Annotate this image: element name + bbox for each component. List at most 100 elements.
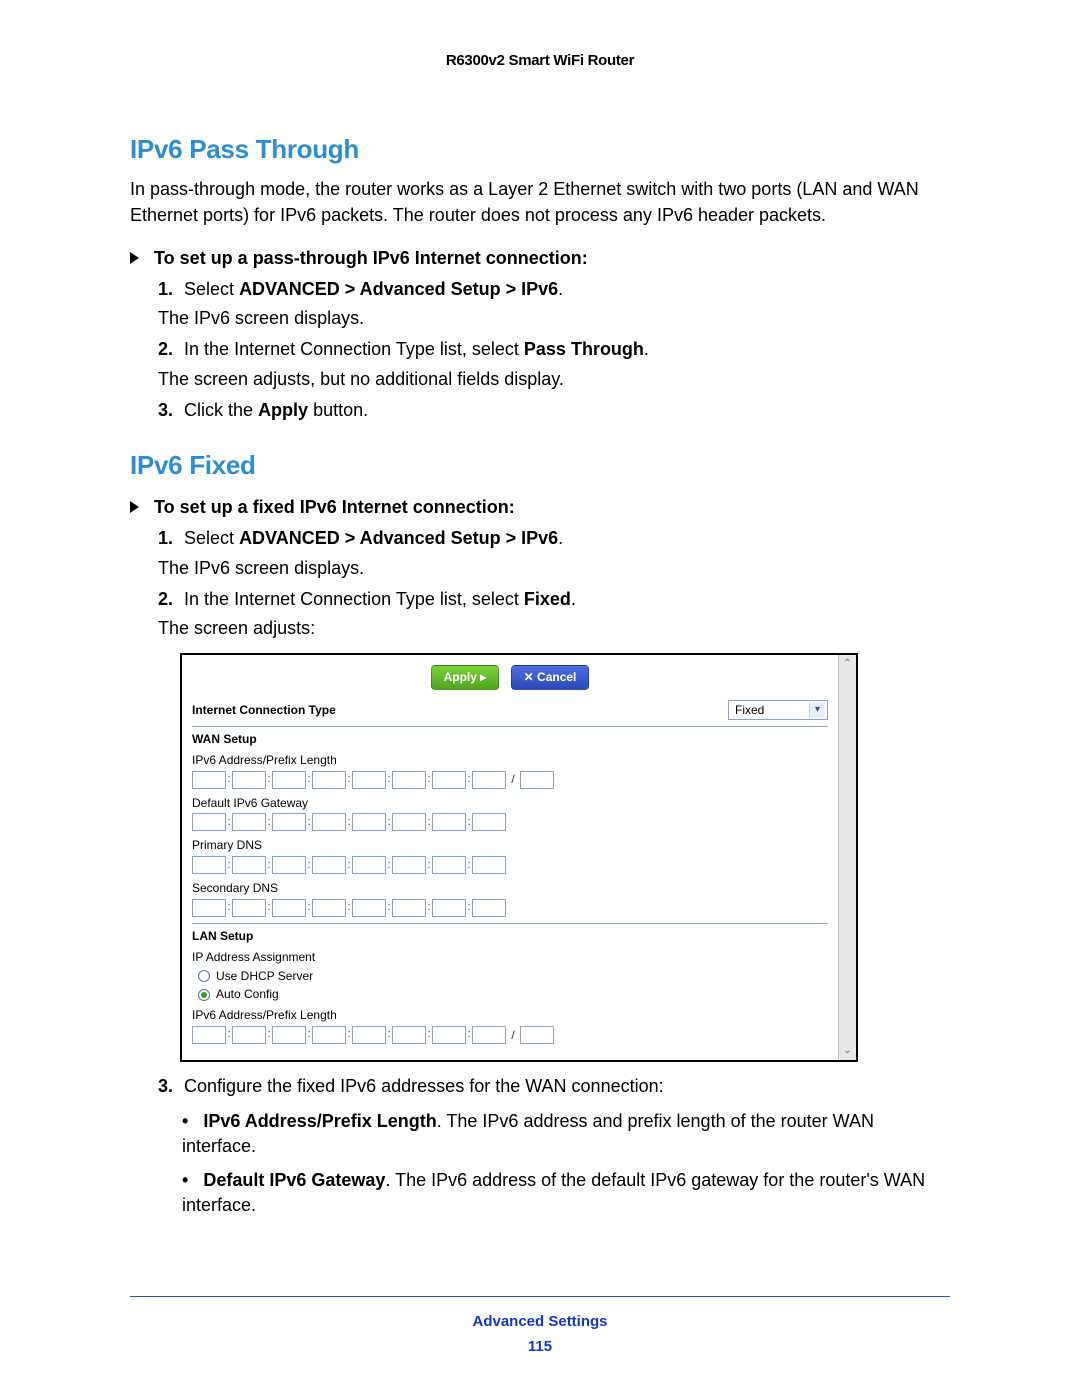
ipv6-segment-input[interactable] xyxy=(432,899,466,917)
ipv6-segment-input[interactable] xyxy=(472,1026,506,1044)
ipv6-segment-input[interactable] xyxy=(232,856,266,874)
ipv6-segment-input[interactable] xyxy=(432,813,466,831)
ipv6-segment-input[interactable] xyxy=(312,1026,346,1044)
ipv6-segment-input[interactable] xyxy=(352,1026,386,1044)
ipv6-segment-input[interactable] xyxy=(272,856,306,874)
text: Select xyxy=(184,279,239,299)
procedure-title: To set up a fixed IPv6 Internet connecti… xyxy=(130,495,950,520)
doc-header: R6300v2 Smart WiFi Router xyxy=(130,50,950,71)
ipv6-segment-input[interactable] xyxy=(352,856,386,874)
ipv6-segment-input[interactable] xyxy=(392,1026,426,1044)
procedure-title-text: To set up a pass-through IPv6 Internet c… xyxy=(154,248,588,268)
menu-path: ADVANCED > Advanced Setup > IPv6 xyxy=(239,279,558,299)
text: In the Internet Connection Type list, se… xyxy=(184,589,524,609)
ipv6-segment-input[interactable] xyxy=(432,856,466,874)
ipv6-segment-input[interactable] xyxy=(432,1026,466,1044)
ipv6-segment-input[interactable] xyxy=(472,813,506,831)
footer-section-name: Advanced Settings xyxy=(0,1311,1080,1332)
bullet-item: Default IPv6 Gateway. The IPv6 address o… xyxy=(182,1168,950,1218)
triangle-bullet-icon xyxy=(130,252,139,264)
heading-ipv6-pass-through: IPv6 Pass Through xyxy=(130,131,950,167)
ip-assignment-label: IP Address Assignment xyxy=(192,949,828,966)
ipv6-segment-input[interactable] xyxy=(312,813,346,831)
ipv6-segment-input[interactable] xyxy=(312,899,346,917)
scroll-up-icon: ⌃ xyxy=(843,655,851,673)
secondary-dns-label: Secondary DNS xyxy=(192,880,828,897)
text: . xyxy=(558,528,563,548)
ipv6-segment-input[interactable] xyxy=(352,813,386,831)
ipv6-segment-input[interactable] xyxy=(352,771,386,789)
step-2: 2. In the Internet Connection Type list,… xyxy=(158,587,950,641)
auto-config-radio-row[interactable]: Auto Config xyxy=(198,986,828,1003)
bullet-item: IPv6 Address/Prefix Length. The IPv6 add… xyxy=(182,1109,950,1159)
config-screenshot: Apply ▸ ✕ Cancel Internet Connection Typ… xyxy=(180,653,858,1062)
procedure-title-text: To set up a fixed IPv6 Internet connecti… xyxy=(154,497,515,517)
procedure-title: To set up a pass-through IPv6 Internet c… xyxy=(130,246,950,271)
wan-address-input-row: : : : : : : : / xyxy=(192,771,828,789)
ipv6-segment-input[interactable] xyxy=(232,813,266,831)
ipv6-segment-input[interactable] xyxy=(432,771,466,789)
step-3: 3. Click the Apply button. xyxy=(158,398,950,423)
cancel-button[interactable]: ✕ Cancel xyxy=(511,665,590,690)
heading-ipv6-fixed: IPv6 Fixed xyxy=(130,447,950,483)
connection-type-label: Internet Connection Type xyxy=(192,702,336,719)
ipv6-segment-input[interactable] xyxy=(232,771,266,789)
secondary-dns-input-row: : : : : : : : xyxy=(192,899,828,917)
text: Click the xyxy=(184,400,258,420)
paragraph: In pass-through mode, the router works a… xyxy=(130,177,950,227)
ipv6-segment-input[interactable] xyxy=(192,899,226,917)
step-result: The screen adjusts: xyxy=(158,616,950,641)
default-gateway-label: Default IPv6 Gateway xyxy=(192,795,828,812)
button-name: Apply xyxy=(258,400,308,420)
default-gateway-input-row: : : : : : : : xyxy=(192,813,828,831)
wan-address-label: IPv6 Address/Prefix Length xyxy=(192,752,828,769)
ipv6-segment-input[interactable] xyxy=(192,1026,226,1044)
prefix-length-input[interactable] xyxy=(520,771,554,789)
ipv6-segment-input[interactable] xyxy=(192,771,226,789)
step-result: The IPv6 screen displays. xyxy=(158,556,950,581)
primary-dns-input-row: : : : : : : : xyxy=(192,856,828,874)
ipv6-segment-input[interactable] xyxy=(392,856,426,874)
menu-path: ADVANCED > Advanced Setup > IPv6 xyxy=(239,528,558,548)
page-number: 115 xyxy=(0,1336,1080,1357)
ipv6-segment-input[interactable] xyxy=(192,813,226,831)
ipv6-segment-input[interactable] xyxy=(312,771,346,789)
ipv6-segment-input[interactable] xyxy=(232,899,266,917)
ipv6-segment-input[interactable] xyxy=(272,1026,306,1044)
option-name: Fixed xyxy=(524,589,571,609)
ipv6-segment-input[interactable] xyxy=(352,899,386,917)
ipv6-segment-input[interactable] xyxy=(472,771,506,789)
ipv6-segment-input[interactable] xyxy=(272,899,306,917)
lan-address-label: IPv6 Address/Prefix Length xyxy=(192,1007,828,1024)
ipv6-segment-input[interactable] xyxy=(312,856,346,874)
text: In the Internet Connection Type list, se… xyxy=(184,339,524,359)
ipv6-segment-input[interactable] xyxy=(392,813,426,831)
ipv6-segment-input[interactable] xyxy=(472,856,506,874)
step-1: 1. Select ADVANCED > Advanced Setup > IP… xyxy=(158,277,950,331)
step-3: 3. Configure the fixed IPv6 addresses fo… xyxy=(158,1074,950,1099)
ipv6-segment-input[interactable] xyxy=(272,771,306,789)
step-result: The screen adjusts, but no additional fi… xyxy=(158,367,950,392)
radio-label: Auto Config xyxy=(216,986,279,1003)
footer-divider xyxy=(130,1296,950,1297)
connection-type-select[interactable]: Fixed ▾ xyxy=(728,700,828,720)
use-dhcp-radio-row[interactable]: Use DHCP Server xyxy=(198,968,828,985)
radio-icon xyxy=(198,970,210,982)
text: Configure the fixed IPv6 addresses for t… xyxy=(184,1076,664,1096)
ipv6-segment-input[interactable] xyxy=(272,813,306,831)
prefix-length-input[interactable] xyxy=(520,1026,554,1044)
ipv6-segment-input[interactable] xyxy=(392,899,426,917)
step-1: 1. Select ADVANCED > Advanced Setup > IP… xyxy=(158,526,950,580)
text: Select xyxy=(184,528,239,548)
ipv6-segment-input[interactable] xyxy=(472,899,506,917)
ipv6-segment-input[interactable] xyxy=(192,856,226,874)
apply-button[interactable]: Apply ▸ xyxy=(431,665,500,690)
radio-label: Use DHCP Server xyxy=(216,968,313,985)
step-2: 2. In the Internet Connection Type list,… xyxy=(158,337,950,391)
scrollbar[interactable]: ⌃ ⌄ xyxy=(838,655,856,1060)
text: . xyxy=(644,339,649,359)
scroll-down-icon: ⌄ xyxy=(843,1042,851,1060)
step-result: The IPv6 screen displays. xyxy=(158,306,950,331)
ipv6-segment-input[interactable] xyxy=(392,771,426,789)
ipv6-segment-input[interactable] xyxy=(232,1026,266,1044)
